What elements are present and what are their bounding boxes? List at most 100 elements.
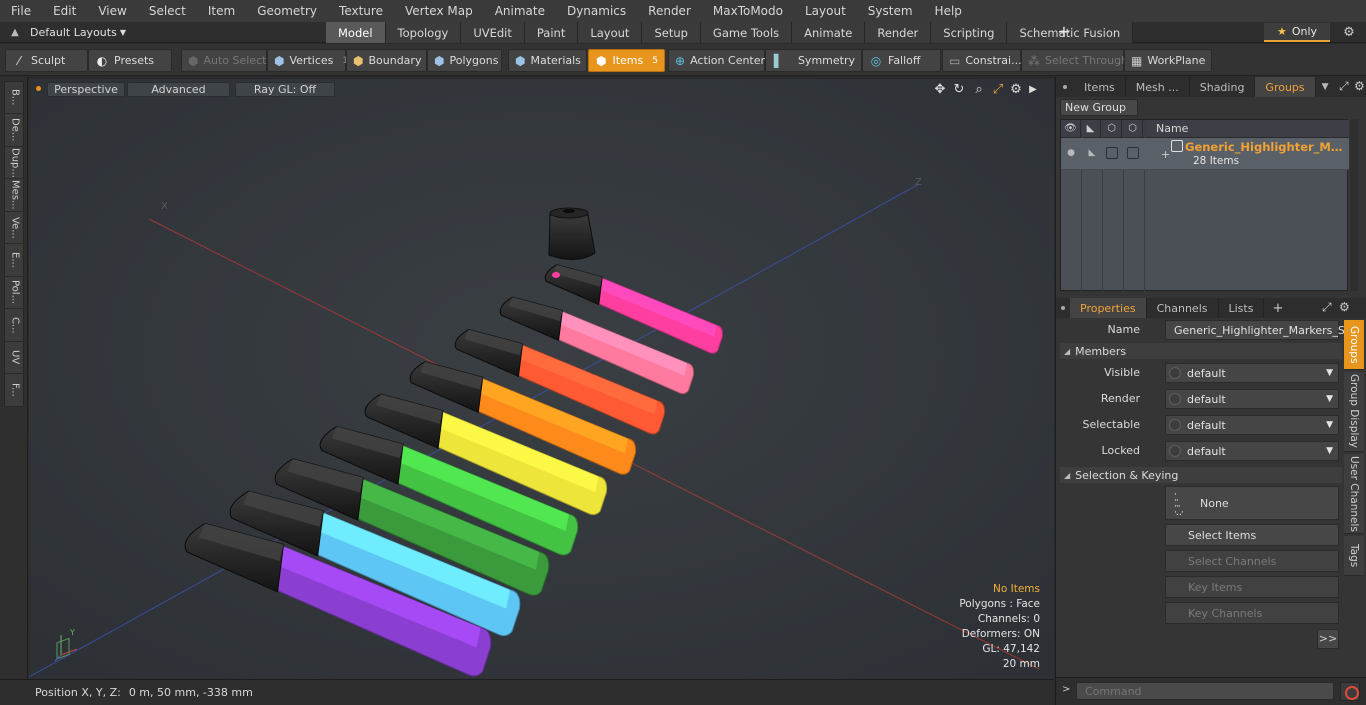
menu-item[interactable]: Item	[197, 4, 246, 18]
menu-view[interactable]: View	[87, 4, 137, 18]
left-tab-3[interactable]: Mes...	[5, 180, 25, 212]
name-column-header[interactable]: Name	[1156, 120, 1188, 138]
group-row[interactable]: ● ◣ + Generic_Highlighter_Mark... 28 Ite…	[1061, 138, 1349, 170]
tab-topology[interactable]: Topology	[385, 22, 462, 43]
menu-edit[interactable]: Edit	[42, 4, 87, 18]
left-tab-8[interactable]: UV	[5, 342, 25, 374]
side-tab-tags[interactable]: Tags	[1344, 536, 1364, 576]
row-eye-icon[interactable]: ●	[1065, 147, 1077, 159]
play-arrow-icon[interactable]: ▶	[1025, 82, 1041, 98]
materials-button[interactable]: ⬢ Materials	[508, 49, 587, 72]
properties-gear-icon[interactable]: ⚙	[1339, 300, 1350, 314]
command-arrow-icon[interactable]: >	[1062, 684, 1070, 695]
auto-select-button[interactable]: ⬢ Auto Select	[181, 49, 267, 72]
falloff-button[interactable]: ◎ Falloff	[862, 49, 941, 72]
action-center-button[interactable]: ⊕ Action Center	[668, 49, 765, 72]
select-through-button[interactable]: ⁂ Select Through	[1021, 49, 1128, 72]
vertices-button[interactable]: ⬢ Vertices 1	[267, 49, 348, 72]
properties-tab-lists[interactable]: Lists	[1219, 298, 1265, 318]
presets-button[interactable]: ◐ Presets	[88, 49, 172, 72]
3d-viewport[interactable]: X Z Y Perspective Advanced Ray GL: Off ✥…	[29, 77, 1054, 679]
tab-render[interactable]: Render	[865, 22, 932, 43]
groups-scrollbar[interactable]	[1350, 119, 1358, 291]
panel-tab-items[interactable]: Items	[1074, 77, 1126, 97]
rotate-icon[interactable]: ↻	[951, 82, 967, 98]
panel-tab-shading[interactable]: Shading	[1190, 77, 1256, 97]
command-input[interactable]	[1076, 682, 1334, 700]
row-select-checkbox[interactable]	[1127, 147, 1139, 159]
visibility-column-eye-icon[interactable]: 👁	[1061, 120, 1081, 138]
left-tab-7[interactable]: C...	[5, 310, 25, 342]
side-tab-groups[interactable]: Groups	[1344, 320, 1364, 370]
select-items-button[interactable]: Select Items	[1165, 524, 1339, 546]
loose-cap[interactable]	[548, 207, 596, 260]
record-macro-icon[interactable]	[1340, 682, 1360, 701]
menu-texture[interactable]: Texture	[328, 4, 394, 18]
select-channels-button[interactable]: Select Channels	[1165, 550, 1339, 572]
panel-tab-groups[interactable]: Groups	[1255, 77, 1316, 97]
left-tab-9[interactable]: F...	[5, 375, 25, 407]
property-dropdown-render[interactable]: default ▼	[1165, 389, 1339, 409]
sculpt-button[interactable]: ⁄ Sculpt	[5, 49, 88, 72]
tab-paint[interactable]: Paint	[524, 22, 579, 43]
key-channels-button[interactable]: Key Channels	[1165, 602, 1339, 624]
viewport-gear-icon[interactable]: ⚙	[1008, 82, 1024, 98]
menu-render[interactable]: Render	[637, 4, 702, 18]
menu-file[interactable]: File	[0, 4, 42, 18]
properties-expand-icon[interactable]: ⤢	[1322, 300, 1332, 315]
constraints-button[interactable]: ▭ Constrai...	[942, 49, 1022, 72]
side-tab-group-display[interactable]: Group Display	[1344, 372, 1364, 452]
only-button[interactable]: ★ Only	[1264, 23, 1330, 42]
zoom-icon[interactable]: ⌕	[971, 82, 987, 98]
left-tab-0[interactable]: B...	[5, 82, 25, 114]
shading-button[interactable]: Advanced	[127, 82, 230, 97]
menu-select[interactable]: Select	[138, 4, 197, 18]
tab-animate[interactable]: Animate	[792, 22, 866, 43]
panel-tab-mesh[interactable]: Mesh ...	[1126, 77, 1190, 97]
row-render-icon[interactable]: ◣	[1086, 147, 1098, 159]
tabs-dropdown-icon[interactable]: ▼	[1322, 82, 1329, 92]
render-column-icon[interactable]: ◣	[1081, 120, 1101, 138]
select-column-cube-icon[interactable]: ⬡	[1123, 120, 1143, 138]
tab-uvedit[interactable]: UVEdit	[461, 22, 525, 43]
left-tab-5[interactable]: E...	[5, 245, 25, 277]
groups-list[interactable]: 👁 ◣ ⬡ ⬡ Name ● ◣ + Generic_Highlighter_M…	[1060, 119, 1349, 292]
menu-geometry[interactable]: Geometry	[246, 4, 328, 18]
pan-icon[interactable]: ✥	[932, 82, 948, 98]
tab-layout[interactable]: Layout	[578, 22, 643, 43]
none-button[interactable]: · ·· ··· ·‥· None	[1165, 486, 1339, 520]
polygons-button[interactable]: ⬢ Polygons	[427, 49, 502, 72]
workplane-button[interactable]: ▦ WorkPlane	[1124, 49, 1212, 72]
menu-vertex-map[interactable]: Vertex Map	[394, 4, 484, 18]
key-items-button[interactable]: Key Items	[1165, 576, 1339, 598]
expand-icon[interactable]: ⤢	[1339, 79, 1349, 94]
more-button[interactable]: >>	[1317, 629, 1339, 649]
left-tab-2[interactable]: Dup...	[5, 147, 25, 179]
add-panel-tab-icon[interactable]: +	[1272, 301, 1283, 316]
tab-game-tools[interactable]: Game Tools	[700, 22, 793, 43]
tab-model[interactable]: Model	[326, 22, 386, 43]
property-dropdown-locked[interactable]: default ▼	[1165, 441, 1339, 461]
viewport-canvas[interactable]: X Z Y	[29, 79, 1054, 679]
boundary-button[interactable]: ⬢ Boundary	[346, 49, 427, 72]
gear-icon[interactable]: ⚙	[1338, 22, 1360, 43]
new-group-button[interactable]: New Group	[1060, 99, 1138, 116]
left-tab-6[interactable]: Pol...	[5, 277, 25, 309]
viewport-menu-dot[interactable]	[36, 86, 41, 91]
maximize-icon[interactable]: ⤢	[990, 82, 1006, 98]
panel-menu-dot[interactable]	[1056, 77, 1074, 97]
row-lock-checkbox[interactable]	[1106, 147, 1118, 159]
menu-dynamics[interactable]: Dynamics	[556, 4, 637, 18]
left-tab-4[interactable]: Ve...	[5, 212, 25, 244]
side-tab-user-channels[interactable]: User Channels	[1344, 454, 1364, 534]
menu-help[interactable]: Help	[924, 4, 973, 18]
expand-group-icon[interactable]: +	[1161, 148, 1170, 161]
raygl-button[interactable]: Ray GL: Off	[235, 82, 335, 97]
menu-system[interactable]: System	[857, 4, 924, 18]
menu-animate[interactable]: Animate	[484, 4, 556, 18]
symmetry-button[interactable]: ▌ Symmetry	[765, 49, 862, 72]
properties-tab-properties[interactable]: Properties	[1070, 298, 1147, 318]
properties-tab-channels[interactable]: Channels	[1147, 298, 1219, 318]
tab-setup[interactable]: Setup	[642, 22, 701, 43]
items-button[interactable]: ⬢ Items 5	[588, 49, 665, 72]
